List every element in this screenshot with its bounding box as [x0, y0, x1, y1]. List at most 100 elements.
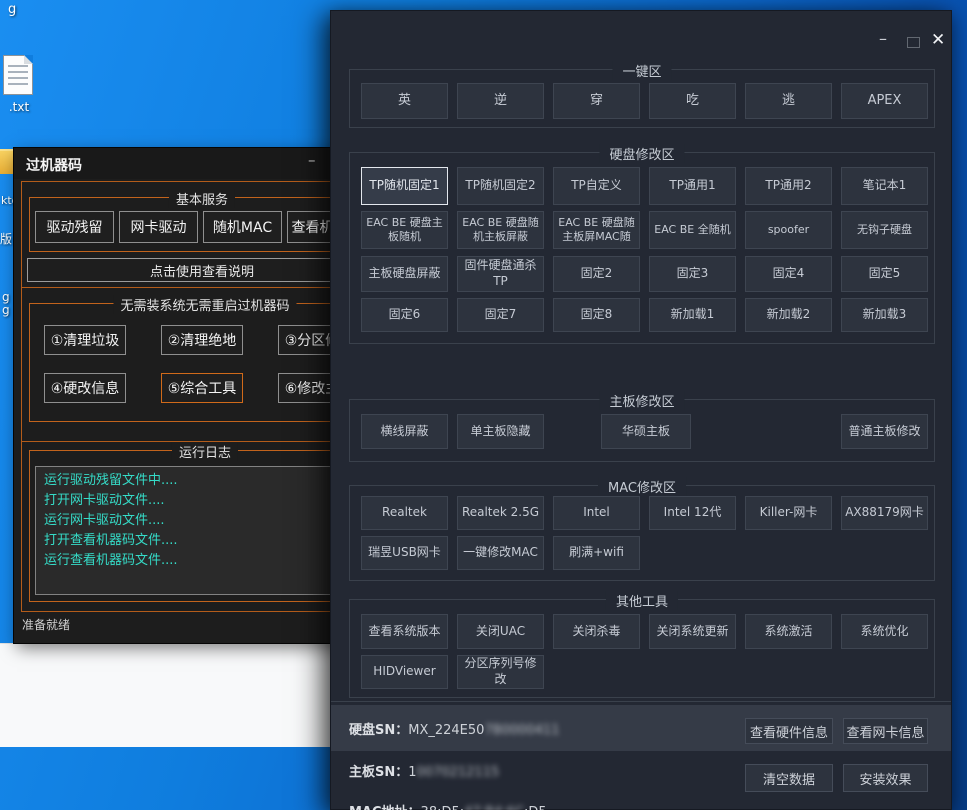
btn-combo-tools[interactable]: ⑤综合工具 [161, 373, 243, 403]
btn-new-load-1[interactable]: 新加载1 [649, 298, 736, 332]
btn-view-hardware-info[interactable]: 查看硬件信息 [745, 718, 833, 744]
text-file-icon[interactable] [3, 55, 33, 95]
btn-view-system-version[interactable]: 查看系统版本 [361, 614, 448, 649]
log-line: 运行网卡驱动文件.... [44, 511, 367, 531]
btn-realtek-usb-nic[interactable]: 瑞昱USB网卡 [361, 536, 448, 570]
btn-fixed-7[interactable]: 固定7 [457, 298, 544, 332]
group-run-log: 运行日志 运行驱动残留文件中.... 打开网卡驱动文件.... 运行网卡驱动文件… [29, 450, 381, 602]
disk-sn-label: 硬盘SN： [349, 723, 408, 738]
divider [331, 701, 951, 702]
mac-row-1: Realtek Realtek 2.5G Intel Intel 12代 Kil… [361, 496, 923, 530]
mac-address-line: MAC地址：38:D5:47:B4:6C:D5 [349, 801, 547, 810]
log-line: 运行查看机器码文件.... [44, 551, 367, 571]
btn-clear-data[interactable]: 清空数据 [745, 764, 833, 792]
btn-chuan[interactable]: 穿 [553, 83, 640, 119]
btn-fixed-3[interactable]: 固定3 [649, 256, 736, 292]
btn-system-optimize[interactable]: 系统优化 [841, 614, 928, 649]
btn-tp-common-1[interactable]: TP通用1 [649, 167, 736, 205]
btn-brush-wifi[interactable]: 刷满+wifi [553, 536, 640, 570]
page-lines-icon [8, 65, 28, 89]
btn-clean-trash[interactable]: ①清理垃圾 [44, 325, 126, 355]
btn-intel[interactable]: Intel [553, 496, 640, 530]
btn-tp-common-2[interactable]: TP通用2 [745, 167, 832, 205]
btn-spoofer[interactable]: spoofer [745, 211, 832, 249]
btn-board-disk-hide[interactable]: 主板硬盘屏蔽 [361, 256, 448, 292]
mac-label: MAC地址： [349, 805, 421, 810]
btn-single-board-hide[interactable]: 单主板隐藏 [457, 414, 544, 449]
minimize-button[interactable]: – [308, 151, 316, 169]
btn-ying[interactable]: 英 [361, 83, 448, 119]
mac-value: 38:D5: [421, 805, 465, 810]
btn-ni[interactable]: 逆 [457, 83, 544, 119]
btn-fixed-2[interactable]: 固定2 [553, 256, 640, 292]
mac-row-2: 瑞昱USB网卡 一键修改MAC 刷满+wifi [361, 536, 923, 570]
btn-fixed-8[interactable]: 固定8 [553, 298, 640, 332]
btn-killer-nic[interactable]: Killer-网卡 [745, 496, 832, 530]
desktop-label-partial-1[interactable]: 版 [0, 230, 12, 247]
btn-install-effect[interactable]: 安装效果 [843, 764, 928, 792]
btn-new-load-3[interactable]: 新加载3 [841, 298, 928, 332]
btn-random-mac[interactable]: 随机MAC [203, 211, 282, 243]
btn-view-nic-info[interactable]: 查看网卡信息 [843, 718, 928, 744]
btn-tp-custom[interactable]: TP自定义 [553, 167, 640, 205]
run-log-box[interactable]: 运行驱动残留文件中.... 打开网卡驱动文件.... 运行网卡驱动文件.... … [35, 466, 376, 595]
disk-sn-redacted: 7B0000411 [484, 723, 559, 738]
btn-tao[interactable]: 逃 [745, 83, 832, 119]
btn-tp-random-fixed-1[interactable]: TP随机固定1 [361, 167, 448, 205]
btn-firmware-disk-kill-tp[interactable]: 固件硬盘通杀TP [457, 256, 544, 292]
btn-driver-residue[interactable]: 驱动残留 [35, 211, 114, 243]
btn-disable-antivirus[interactable]: 关闭杀毒 [553, 614, 640, 649]
btn-clean-pubg[interactable]: ②清理绝地 [161, 325, 243, 355]
status-text: 准备就绪 [22, 616, 70, 633]
btn-fixed-4[interactable]: 固定4 [745, 256, 832, 292]
btn-system-activate[interactable]: 系统激活 [745, 614, 832, 649]
btn-eac-be-all-random[interactable]: EAC BE 全随机 [649, 211, 736, 249]
btn-hard-modify-info[interactable]: ④硬改信息 [44, 373, 126, 403]
btn-eac-be-disk-board-random[interactable]: EAC BE 硬盘主板随机 [361, 211, 448, 249]
log-line: 打开查看机器码文件.... [44, 531, 367, 551]
disk-row-3: 主板硬盘屏蔽 固件硬盘通杀TP 固定2 固定3 固定4 固定5 [361, 256, 923, 292]
background-white-window [0, 643, 346, 747]
btn-eac-be-disk-random-board-hide-mac[interactable]: EAC BE 硬盘随主板屏MAC随 [553, 211, 640, 249]
modifier-tool-window: – ✕ 一键区 英 逆 穿 吃 逃 APEX 硬盘修改区 TP随机固定1 TP随… [330, 10, 952, 810]
btn-usage-help[interactable]: 点击使用查看说明 [27, 258, 377, 282]
btn-eac-be-disk-random-board-hide[interactable]: EAC BE 硬盘随机主板屏蔽 [457, 211, 544, 249]
desktop-label-partial-2[interactable]: g [2, 290, 10, 304]
close-button[interactable]: ✕ [931, 30, 945, 50]
group-basic-services: 基本服务 驱动残留 网卡驱动 随机MAC 查看机器码 [29, 197, 375, 252]
btn-realtek-25g[interactable]: Realtek 2.5G [457, 496, 544, 530]
section-onekey: 一键区 英 逆 穿 吃 逃 APEX [349, 69, 935, 128]
btn-new-load-2[interactable]: 新加载2 [745, 298, 832, 332]
btn-fixed-5[interactable]: 固定5 [841, 256, 928, 292]
log-line: 运行驱动残留文件中.... [44, 471, 367, 491]
maximize-button[interactable] [907, 37, 920, 48]
desktop-label-partial-3[interactable]: g [2, 303, 10, 317]
page-fold-icon [24, 55, 33, 64]
tools-row-1: 查看系统版本 关闭UAC 关闭杀毒 关闭系统更新 系统激活 系统优化 [361, 614, 923, 649]
btn-hidviewer[interactable]: HIDViewer [361, 655, 448, 689]
btn-fixed-6[interactable]: 固定6 [361, 298, 448, 332]
btn-apex[interactable]: APEX [841, 83, 928, 119]
group-title: 基本服务 [169, 189, 235, 208]
btn-realtek[interactable]: Realtek [361, 496, 448, 530]
disk-sn-value: MX_224E50 [408, 723, 484, 738]
disk-row-2: EAC BE 硬盘主板随机 EAC BE 硬盘随机主板屏蔽 EAC BE 硬盘随… [361, 211, 923, 249]
btn-disable-uac[interactable]: 关闭UAC [457, 614, 544, 649]
btn-disable-update[interactable]: 关闭系统更新 [649, 614, 736, 649]
btn-laptop-1[interactable]: 笔记本1 [841, 167, 928, 205]
text-file-label[interactable]: .txt [1, 100, 37, 114]
btn-chi[interactable]: 吃 [649, 83, 736, 119]
btn-normal-board-modify[interactable]: 普通主板修改 [841, 414, 928, 449]
btn-partition-serial-modify[interactable]: 分区序列号修改 [457, 655, 544, 689]
btn-line-hide[interactable]: 横线屏蔽 [361, 414, 448, 449]
btn-ax88179-nic[interactable]: AX88179网卡 [841, 496, 928, 530]
btn-nic-driver[interactable]: 网卡驱动 [119, 211, 198, 243]
desktop-icon-label-partial[interactable]: g [8, 2, 16, 17]
btn-onekey-modify-mac[interactable]: 一键修改MAC [457, 536, 544, 570]
btn-intel-12[interactable]: Intel 12代 [649, 496, 736, 530]
btn-no-hook-disk[interactable]: 无钩子硬盘 [841, 211, 928, 249]
btn-tp-random-fixed-2[interactable]: TP随机固定2 [457, 167, 544, 205]
btn-asus-board[interactable]: 华硕主板 [601, 414, 691, 449]
minimize-button[interactable]: – [879, 29, 887, 48]
log-line: 打开网卡驱动文件.... [44, 491, 367, 511]
